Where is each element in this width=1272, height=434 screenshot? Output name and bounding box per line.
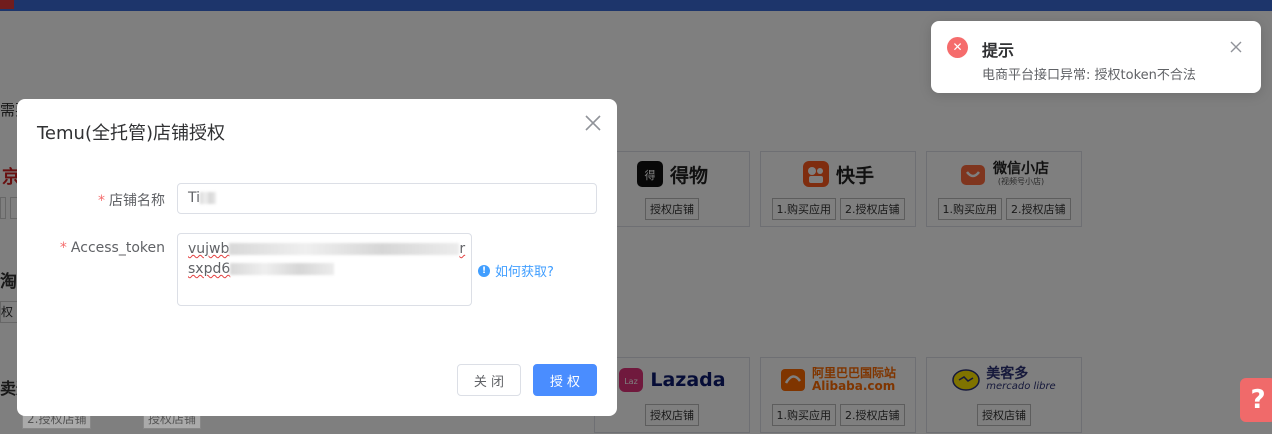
store-name-input[interactable]: Ti bbox=[177, 183, 597, 214]
store-name-value: Ti bbox=[188, 190, 201, 206]
error-notification: ✕ 提示 电商平台接口异常: 授权token不合法 bbox=[931, 21, 1261, 93]
info-icon: ! bbox=[478, 264, 490, 277]
notification-title: 提示 bbox=[982, 41, 1015, 60]
how-to-get-link[interactable]: ! 如何获取? bbox=[478, 261, 554, 280]
authorize-button[interactable]: 授 权 bbox=[533, 364, 597, 396]
close-icon[interactable] bbox=[1229, 40, 1243, 54]
redacted-text bbox=[230, 263, 335, 275]
access-token-textarea[interactable]: vujwb r sxpd6 bbox=[177, 233, 472, 306]
close-icon[interactable] bbox=[583, 113, 603, 133]
redacted-text bbox=[229, 243, 460, 255]
error-icon: ✕ bbox=[947, 37, 968, 58]
required-mark: * bbox=[98, 193, 105, 209]
bottom-row-fragments: 2.授权店铺 授权店铺 bbox=[0, 408, 600, 434]
floating-help-button[interactable]: ? bbox=[1240, 378, 1272, 422]
dialog-title: Temu(全托管)店铺授权 bbox=[37, 123, 225, 144]
store-auth-dialog: Temu(全托管)店铺授权 * 店铺名称 Ti * Access_token vuj… bbox=[17, 99, 617, 416]
access-token-label: * Access_token bbox=[59, 240, 165, 256]
close-button[interactable]: 关 闭 bbox=[457, 364, 521, 396]
notification-message: 电商平台接口异常: 授权token不合法 bbox=[982, 68, 1196, 83]
store-name-label: * 店铺名称 bbox=[98, 193, 165, 209]
redacted-text bbox=[200, 192, 217, 204]
how-to-get-text: 如何获取? bbox=[495, 265, 554, 280]
required-mark: * bbox=[59, 240, 67, 256]
